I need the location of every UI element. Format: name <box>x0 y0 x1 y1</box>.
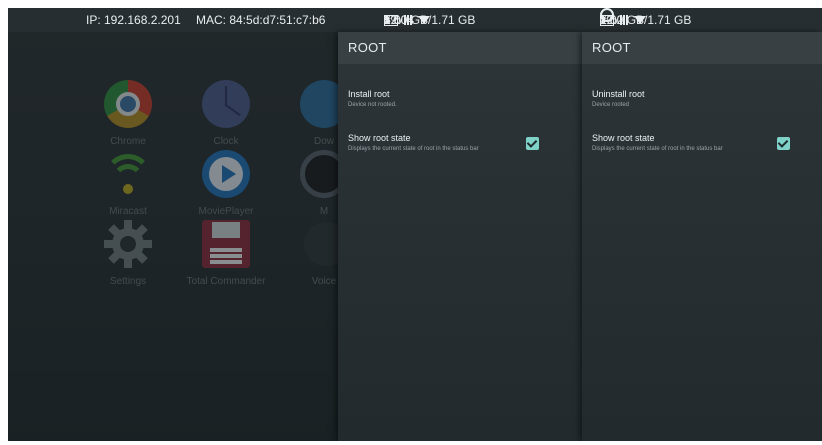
clock-time: 12:0 <box>600 13 624 27</box>
uninstall-root-pref[interactable]: Uninstall root Device rooted <box>582 89 822 108</box>
root-panel-rooted: ROOT Uninstall root Device rooted Show r… <box>582 32 822 441</box>
panel-toolbar-title: ROOT <box>338 32 582 64</box>
install-root-pref[interactable]: Install root Device not rooted. <box>338 89 582 108</box>
show-root-state-pref[interactable]: Show root state Displays the current sta… <box>582 133 822 152</box>
pref-title: Uninstall root <box>592 89 645 99</box>
status-bar: IP: 192.168.2.201 MAC: 84:5d:d7:51:c7:b6… <box>8 8 822 32</box>
status-right-right-panel: 1% 1.02 GB/1.71 GB # 12:0 <box>600 8 822 32</box>
root-panel-not-rooted: ROOT Install root Device not rooted. Sho… <box>338 32 582 441</box>
pref-title: Install root <box>348 89 390 99</box>
wifi-icon <box>634 16 646 24</box>
pref-summary: Device rooted <box>592 102 630 108</box>
mac-address: MAC: 84:5d:d7:51:c7:b6 <box>196 13 326 27</box>
scrim-overlay <box>8 32 338 441</box>
ip-address: IP: 192.168.2.201 <box>86 13 181 27</box>
show-root-state-checkbox[interactable] <box>526 137 539 150</box>
show-root-state-pref[interactable]: Show root state Displays the current sta… <box>338 133 582 152</box>
panel-toolbar-title: ROOT <box>582 32 822 64</box>
wifi-icon <box>418 16 430 24</box>
show-root-state-checkbox[interactable] <box>777 137 790 150</box>
device-screen: IP: 192.168.2.201 MAC: 84:5d:d7:51:c7:b6… <box>8 8 822 441</box>
clock-time: 12:04 <box>384 13 415 27</box>
status-right-left-panel: 5% 1.00 GB/1.71 GB # 12:04 <box>384 8 580 32</box>
pref-summary: Device not rooted. <box>348 102 397 108</box>
